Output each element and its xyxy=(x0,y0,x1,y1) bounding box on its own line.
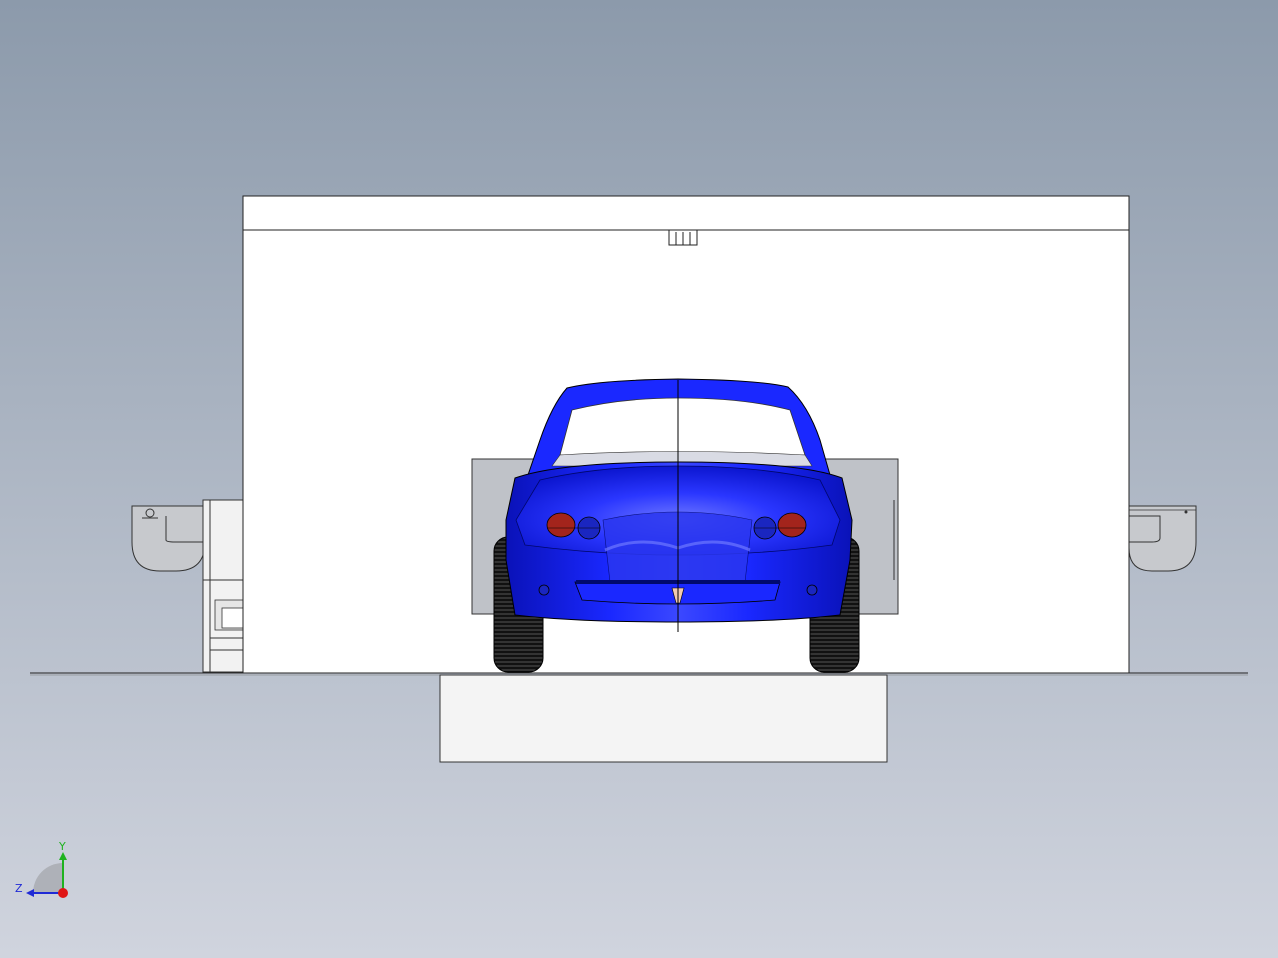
right-side-rail xyxy=(1128,505,1197,572)
model-view[interactable]: Y Z xyxy=(0,0,1278,958)
floor-pit xyxy=(439,674,888,763)
graphics-viewport[interactable]: Y Z xyxy=(0,0,1278,958)
rear-window xyxy=(559,397,806,456)
triad-y-label: Y xyxy=(58,840,66,853)
triad-z-label: Z xyxy=(15,882,23,895)
